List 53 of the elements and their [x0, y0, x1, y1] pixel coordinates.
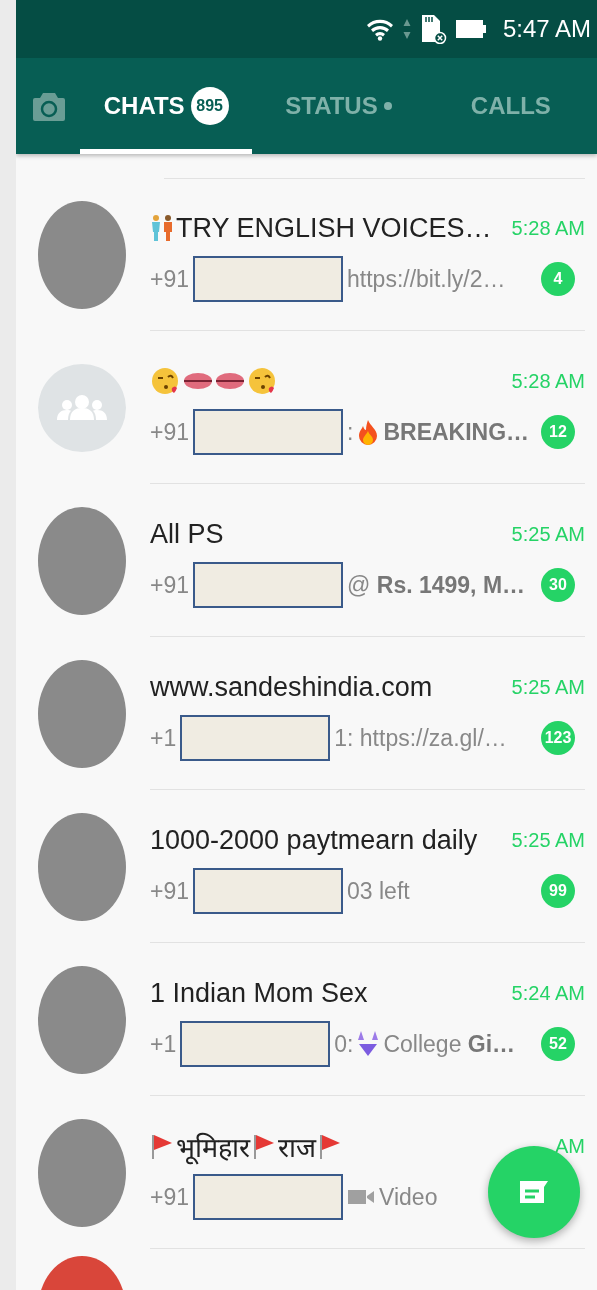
message-preview: 03 left — [347, 877, 410, 905]
message-preview: BREAKING… — [383, 418, 530, 446]
sender-number: +91 — [150, 877, 189, 905]
kiss-emojis-icon — [150, 366, 278, 396]
message-preview: 1: https://za.gl/… — [334, 724, 507, 752]
sender-number: +1 — [150, 1030, 177, 1058]
sender-number: +1 — [150, 724, 177, 752]
message-preview: College Gi… — [383, 1030, 516, 1058]
unread-count-badge: 123 — [541, 721, 575, 755]
wifi-icon — [364, 17, 395, 41]
chat-time: AM — [555, 1134, 585, 1158]
chat-time: 5:25 AM — [511, 828, 585, 852]
tab[interactable]: CALLS — [424, 58, 597, 154]
chat-time: 5:24 AM — [511, 981, 585, 1005]
sender-number: +91 — [150, 418, 189, 446]
sender-number: +91 — [150, 1183, 189, 1211]
chat-name: www.sandeshindia.com — [150, 671, 433, 703]
flag-emoji-icon — [252, 1132, 276, 1160]
sender-number: +91 — [150, 571, 189, 599]
chat-name: राज — [278, 1131, 316, 1165]
message-preview: 0: — [334, 1030, 354, 1058]
tab[interactable]: CHATS 895 — [80, 58, 253, 154]
chat-name: भूमिहार — [176, 1131, 250, 1165]
video-camera-icon — [347, 1187, 375, 1207]
bikini-emoji-icon — [357, 1030, 380, 1058]
message-preview: https://bit.ly/2… — [347, 265, 506, 293]
unread-count-badge: 52 — [541, 1027, 575, 1061]
chat-time: 5:28 AM — [511, 216, 585, 240]
chat-time: 5:25 AM — [511, 522, 585, 546]
camera-icon — [32, 90, 66, 122]
couple-emoji-icon — [150, 214, 174, 242]
message-preview: Video — [379, 1183, 438, 1211]
sender-number: +91 — [150, 265, 189, 293]
flag-emoji-icon — [150, 1132, 174, 1160]
tab[interactable]: STATUS — [252, 58, 425, 154]
message-preview: : — [347, 418, 354, 446]
chat-time: 5:25 AM — [511, 675, 585, 699]
battery-icon — [454, 19, 487, 39]
chat-name: 1 Indian Mom Sex — [150, 977, 368, 1009]
clock: 5:47 AM — [502, 15, 591, 43]
chat-time: 5:28 AM — [511, 369, 585, 393]
unread-count-badge: 895 — [190, 87, 229, 125]
chat-name: All PS — [150, 518, 224, 550]
unread-count-badge: 30 — [541, 568, 575, 602]
chat-name: 1000-2000 paytmearn daily — [150, 824, 478, 856]
unread-count-badge: 4 — [541, 262, 575, 296]
data-arrows-icon — [402, 18, 411, 40]
unread-count-badge: 99 — [541, 874, 575, 908]
message-preview: @ Rs. 1499, M… — [347, 571, 526, 599]
chat-name: TRY ENGLISH VOICES… — [176, 212, 492, 244]
fire-emoji-icon — [357, 419, 380, 445]
unread-count-badge: 12 — [541, 415, 575, 449]
flag-emoji-icon — [318, 1132, 342, 1160]
